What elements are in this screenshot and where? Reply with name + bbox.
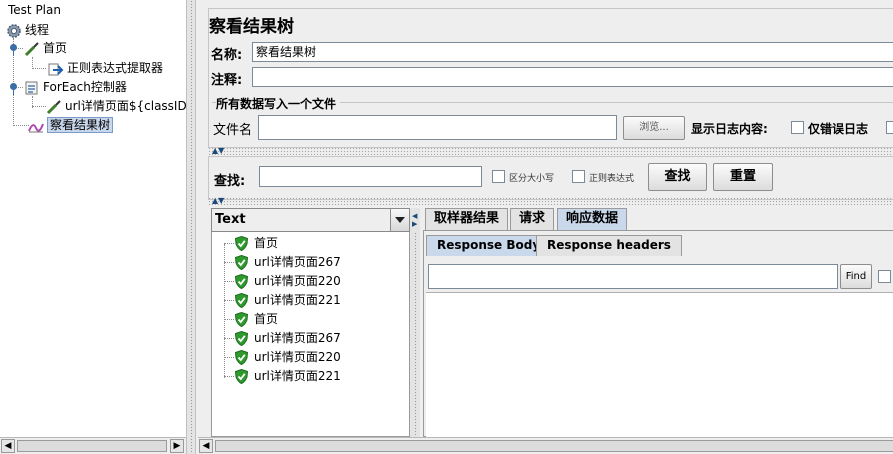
tree-item-label: 正则表达式提取器 [67, 61, 164, 75]
result-row[interactable]: url详情页面220 [234, 348, 341, 367]
gear-icon [6, 23, 22, 39]
case-sensitive-label: 区分大小写 [509, 174, 555, 184]
tree-item-regex-extractor[interactable]: 正则表达式提取器 [48, 59, 163, 77]
collapse-up-icon[interactable]: ▲▼ [212, 197, 224, 205]
name-label: 名称: [211, 48, 243, 63]
response-find-button[interactable]: Find [840, 264, 872, 289]
success-shield-icon [234, 235, 249, 252]
log-content-label: 显示日志内容: [691, 122, 768, 136]
search-input[interactable] [259, 166, 482, 187]
tree-item-label: url详情页面${classID} [65, 99, 186, 113]
errors-only-label: 仅错误日志 [808, 122, 869, 136]
comment-field[interactable] [252, 67, 893, 87]
case-sensitive-checkbox[interactable] [492, 170, 505, 183]
collapse-left-icon[interactable]: ◀ ▶ [412, 212, 417, 228]
result-row-label: url详情页面220 [254, 274, 341, 288]
scrollbar-thumb[interactable] [215, 440, 893, 452]
result-row-label: 首页 [254, 312, 279, 326]
tree-item-label: ForEach控制器 [43, 80, 127, 94]
search-label: 查找: [214, 174, 246, 189]
result-row-label: url详情页面267 [254, 331, 341, 345]
tree-item-label: Test Plan [8, 3, 61, 17]
tree-item-test-plan[interactable]: Test Plan [8, 1, 61, 19]
tab-response-data[interactable]: 响应数据 [557, 208, 628, 230]
response-case-checkbox[interactable] [878, 270, 891, 283]
file-group-title: 所有数据写入一个文件 [216, 95, 341, 112]
controller-icon [24, 80, 40, 96]
result-row-label: url详情页面220 [254, 350, 341, 364]
result-row-label: url详情页面267 [254, 255, 341, 269]
scroll-left-icon[interactable]: ◀ [199, 439, 213, 453]
result-row-label: 首页 [254, 236, 279, 250]
tree-item-label: 察看结果树 [47, 117, 114, 133]
page-title: 察看结果树 [209, 17, 294, 37]
tree-horizontal-scrollbar[interactable]: ◀ ▶ [0, 437, 186, 454]
regex-label: 正则表达式 [589, 174, 635, 184]
sampler-pipette-icon [24, 41, 40, 57]
tree-item-label: 首页 [43, 41, 68, 55]
filename-label: 文件名 [213, 123, 253, 138]
success-shield-icon [234, 311, 249, 328]
comment-label: 注释: [211, 73, 243, 88]
response-search-input[interactable] [428, 264, 838, 289]
tree-item-thread-group[interactable]: 线程 [6, 21, 49, 39]
find-button[interactable]: 查找 [648, 163, 707, 191]
subtab-response-body[interactable]: Response Body [426, 235, 552, 256]
result-row-label: url详情页面221 [254, 369, 341, 383]
test-plan-tree[interactable]: Test Plan 线程 首页 正则表达式提取器 ForEach控制器 url详… [0, 0, 186, 437]
tab-sampler-result[interactable]: 取样器结果 [425, 208, 509, 230]
result-row[interactable]: url详情页面221 [234, 367, 341, 386]
response-body-text[interactable] [426, 292, 893, 437]
results-splitter[interactable] [410, 208, 420, 437]
result-row-label: url详情页面221 [254, 293, 341, 307]
result-row[interactable]: 首页 [234, 310, 279, 329]
success-shield-icon [234, 349, 249, 366]
chevron-down-icon[interactable] [390, 209, 409, 231]
tree-item-foreach-controller[interactable]: ForEach控制器 [24, 78, 127, 96]
tree-item-view-results-tree[interactable]: 察看结果树 [28, 116, 114, 134]
result-row[interactable]: url详情页面267 [234, 253, 341, 272]
regex-checkbox[interactable] [572, 170, 585, 183]
tree-item-detail-page[interactable]: url详情页面${classID} [46, 97, 186, 115]
subtab-response-headers[interactable]: Response headers [536, 235, 682, 256]
result-row[interactable]: url详情页面220 [234, 272, 341, 291]
success-shield-icon [234, 292, 249, 309]
scroll-left-icon[interactable]: ◀ [1, 439, 15, 453]
collapse-up-icon[interactable]: ▲▼ [212, 147, 224, 155]
tab-request[interactable]: 请求 [510, 208, 555, 230]
listener-graph-icon [28, 118, 44, 134]
extractor-arrow-icon [48, 61, 64, 77]
renderer-select-value: Text [215, 212, 246, 227]
scrollbar-thumb[interactable] [17, 440, 167, 452]
errors-only-checkbox[interactable] [791, 121, 804, 134]
tree-item-homepage[interactable]: 首页 [24, 39, 67, 57]
tree-splitter[interactable] [186, 0, 196, 454]
successes-only-checkbox[interactable] [886, 121, 893, 134]
result-row[interactable]: url详情页面221 [234, 291, 341, 310]
success-shield-icon [234, 368, 249, 385]
browse-button[interactable]: 浏览... [623, 116, 685, 140]
sampler-pipette-icon [46, 99, 62, 115]
filename-input[interactable] [258, 115, 617, 140]
result-row[interactable]: url详情页面267 [234, 329, 341, 348]
reset-button[interactable]: 重置 [713, 163, 773, 191]
result-row[interactable]: 首页 [234, 234, 279, 253]
success-shield-icon [234, 273, 249, 290]
name-field[interactable]: 察看结果树 [252, 42, 893, 62]
tree-item-label: 线程 [25, 23, 50, 37]
main-horizontal-scrollbar[interactable]: ◀ [198, 437, 893, 454]
success-shield-icon [234, 254, 249, 271]
success-shield-icon [234, 330, 249, 347]
scroll-right-icon[interactable]: ▶ [170, 439, 184, 453]
